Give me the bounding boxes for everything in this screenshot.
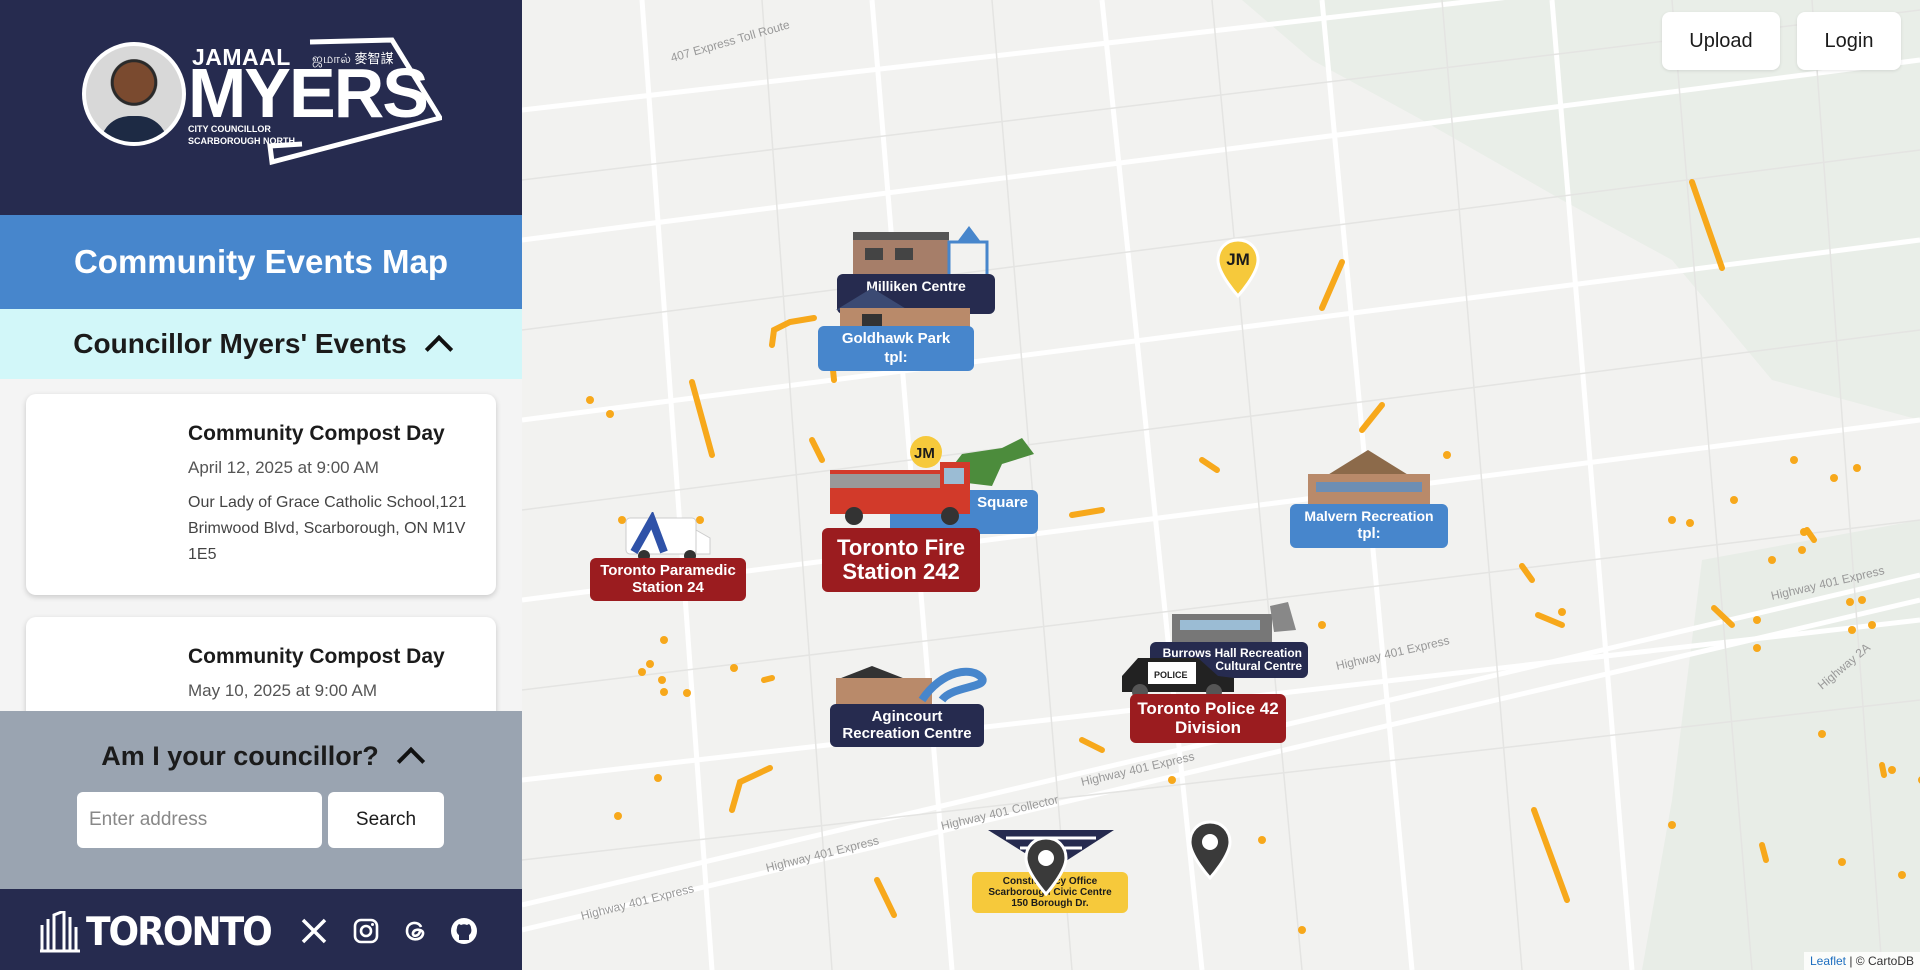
events-header-title: Councillor Myers' Events <box>73 328 407 359</box>
login-button[interactable]: Login <box>1797 12 1901 70</box>
github-icon[interactable] <box>448 915 480 947</box>
councillor-lookup-title: Am I your councillor? <box>101 741 379 771</box>
map-canvas[interactable]: 407 Express Toll Route Highway 401 Expre… <box>522 0 1920 970</box>
footer: TORONTO <box>0 889 522 970</box>
police-car-illustration: POLICE <box>1122 658 1234 696</box>
building-illustration <box>1172 602 1296 646</box>
sidebar: JAMAAL ஜமால் 麥智謀 MYERS CITY COUNCILLOR S… <box>0 0 522 970</box>
place-label: Goldhawk Park tpl: <box>818 326 974 371</box>
building-illustration <box>836 666 987 708</box>
map-attribution: Leaflet | © CartoDB <box>1803 952 1920 970</box>
event-date: May 10, 2025 at 9:00 AM <box>188 681 378 700</box>
upload-button[interactable]: Upload <box>1662 12 1780 70</box>
chevron-up-icon[interactable] <box>424 334 453 364</box>
building-illustration <box>1308 450 1430 504</box>
toronto-wordmark: TORONTO <box>86 909 273 956</box>
building-illustration <box>836 288 970 330</box>
building-illustration <box>853 226 989 280</box>
place-label: Toronto Police 42 Division <box>1130 694 1286 744</box>
place-label: Malvern Recreation tpl: <box>1290 504 1448 548</box>
fire-truck-illustration <box>830 462 970 525</box>
page-title: Community Events Map <box>73 243 449 280</box>
councillor-avatar <box>82 42 186 146</box>
toronto-public-library-logo: tpl: <box>1357 525 1381 543</box>
map-pin-icon <box>1188 820 1232 881</box>
map-pin-icon <box>1024 836 1068 897</box>
ambulance-illustration <box>625 512 711 562</box>
place-label: Agincourt Recreation Centre <box>830 704 984 747</box>
instagram-icon[interactable] <box>350 915 382 947</box>
event-location: Our Lady of Grace Catholic School,121 Br… <box>188 494 467 563</box>
location-pin-marker[interactable] <box>1188 820 1232 887</box>
logo-role: CITY COUNCILLOR <box>188 124 271 134</box>
page-title-bar: Community Events Map <box>0 215 522 309</box>
event-title: Community Compost Day <box>188 422 445 445</box>
event-card[interactable]: Community Compost Day April 12, 2025 at … <box>26 394 496 595</box>
chevron-up-icon[interactable] <box>396 746 425 776</box>
councillor-lookup-panel: Am I your councillor? Search <box>0 711 522 889</box>
address-input[interactable] <box>77 792 322 848</box>
threads-icon[interactable] <box>399 915 431 947</box>
location-pin-marker[interactable] <box>1024 836 1068 903</box>
logo-last-name: MYERS <box>188 54 429 132</box>
leaflet-link[interactable]: Leaflet <box>1810 954 1846 968</box>
toronto-city-hall-icon <box>40 911 80 953</box>
search-button[interactable]: Search <box>328 792 444 848</box>
city-of-toronto-logo[interactable]: TORONTO <box>40 909 273 956</box>
councillor-logo[interactable]: JAMAAL ஜமால் 麥智謀 MYERS CITY COUNCILLOR S… <box>0 0 522 215</box>
place-label: Toronto Fire Station 242 <box>822 528 980 593</box>
logo-ward: SCARBOROUGH NORTH <box>188 136 295 146</box>
svg-text:POLICE: POLICE <box>1154 670 1188 680</box>
place-label: Toronto Paramedic Station 24 <box>590 558 746 601</box>
pin-initials: JM <box>1226 250 1250 269</box>
events-section-header[interactable]: Councillor Myers' Events <box>0 309 522 379</box>
toronto-public-library-logo: tpl: <box>884 348 908 366</box>
x-icon[interactable] <box>298 915 330 947</box>
event-title: Community Compost Day <box>188 645 445 668</box>
councillor-pin-marker[interactable]: JM <box>1216 238 1260 305</box>
event-date: April 12, 2025 at 9:00 AM <box>188 458 379 477</box>
